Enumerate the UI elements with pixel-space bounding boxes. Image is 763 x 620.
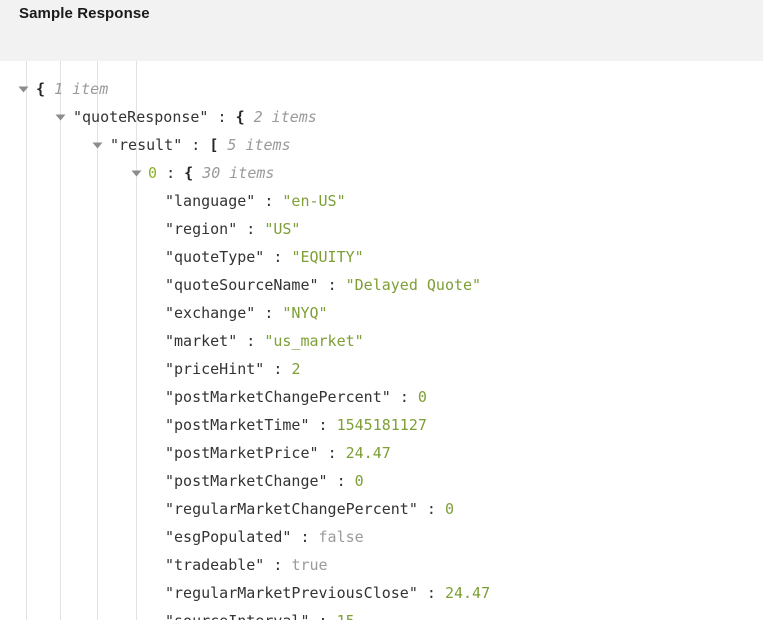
json-leaf-row: "sourceInterval" : 15: [0, 607, 763, 620]
json-leaf-row: "priceHint" : 2: [0, 355, 763, 383]
json-row-text: "quoteResponse" : { 2 items: [73, 108, 317, 126]
json-leaf-row: "postMarketChangePercent" : 0: [0, 383, 763, 411]
json-leaf-row: "region" : "US": [0, 215, 763, 243]
json-leaf-row: "exchange" : "NYQ": [0, 299, 763, 327]
caret-down-icon[interactable]: [131, 159, 144, 187]
json-node-row[interactable]: "quoteResponse" : { 2 items: [0, 103, 763, 131]
json-row-text: "result" : [ 5 items: [110, 136, 291, 154]
json-row-text: "quoteSourceName" : "Delayed Quote": [165, 276, 482, 294]
json-leaf-row: "postMarketChange" : 0: [0, 467, 763, 495]
json-node-row[interactable]: "result" : [ 5 items: [0, 131, 763, 159]
json-leaf-row: "postMarketTime" : 1545181127: [0, 411, 763, 439]
json-row-text: "market" : "us_market": [165, 332, 364, 350]
json-leaf-row: "regularMarketPreviousClose" : 24.47: [0, 579, 763, 607]
caret-down-icon[interactable]: [18, 75, 31, 103]
json-row-text: "tradeable" : true: [165, 556, 328, 574]
json-leaf-row: "language" : "en-US": [0, 187, 763, 215]
json-leaf-row: "postMarketPrice" : 24.47: [0, 439, 763, 467]
json-row-text: { 1 item: [36, 80, 109, 98]
json-leaf-row: "quoteSourceName" : "Delayed Quote": [0, 271, 763, 299]
json-leaf-row: "regularMarketChangePercent" : 0: [0, 495, 763, 523]
json-row-text: 0 : { 30 items: [148, 164, 275, 182]
json-row-text: "regularMarketChangePercent" : 0: [165, 500, 454, 518]
json-node-row[interactable]: 0 : { 30 items: [0, 159, 763, 187]
json-row-text: "postMarketChangePercent" : 0: [165, 388, 427, 406]
json-row-text: "postMarketPrice" : 24.47: [165, 444, 391, 462]
json-leaf-row: "tradeable" : true: [0, 551, 763, 579]
sample-response-panel: Sample Response { 1 item "quoteResponse" …: [0, 0, 763, 620]
json-row-text: "postMarketChange" : 0: [165, 472, 364, 490]
json-leaf-row: "quoteType" : "EQUITY": [0, 243, 763, 271]
caret-down-icon[interactable]: [55, 103, 68, 131]
panel-header: Sample Response: [0, 0, 763, 61]
json-row-text: "language" : "en-US": [165, 192, 346, 210]
json-row-text: "postMarketTime" : 1545181127: [165, 416, 427, 434]
json-row-text: "esgPopulated" : false: [165, 528, 364, 546]
json-row-text: "exchange" : "NYQ": [165, 304, 328, 322]
caret-down-icon[interactable]: [92, 131, 105, 159]
json-tree-viewer[interactable]: { 1 item "quoteResponse" : { 2 items "resu…: [0, 61, 763, 620]
json-leaf-row: "esgPopulated" : false: [0, 523, 763, 551]
json-node-row[interactable]: { 1 item: [0, 75, 763, 103]
json-leaf-row: "market" : "us_market": [0, 327, 763, 355]
json-row-text: "priceHint" : 2: [165, 360, 301, 378]
json-row-text: "region" : "US": [165, 220, 301, 238]
json-row-text: "regularMarketPreviousClose" : 24.47: [165, 584, 491, 602]
json-row-text: "sourceInterval" : 15: [165, 607, 355, 620]
json-row-text: "quoteType" : "EQUITY": [165, 248, 364, 266]
page-title: Sample Response: [19, 5, 150, 22]
